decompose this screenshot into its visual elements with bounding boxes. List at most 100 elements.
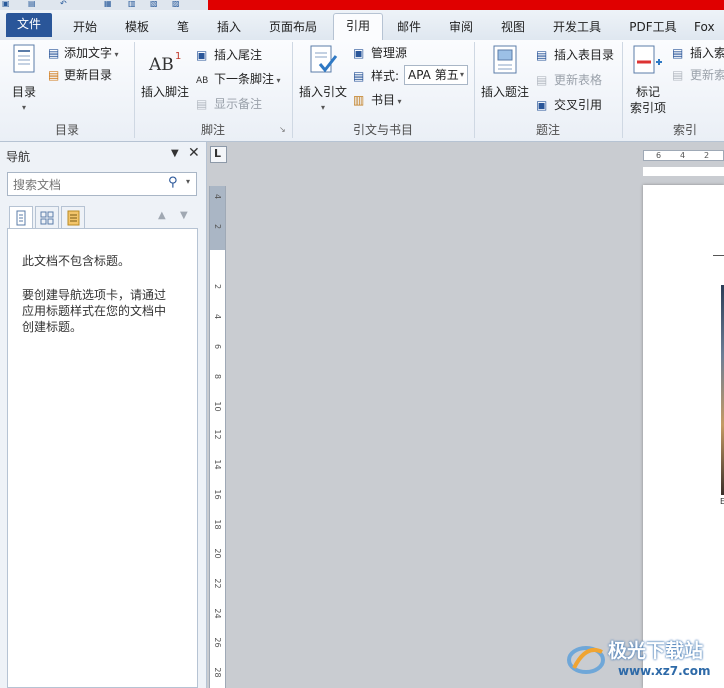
update-table-button[interactable]: ▤ 更新表格	[536, 71, 602, 89]
ruler-number: 26	[213, 637, 222, 648]
dialog-launcher-icon[interactable]: ↘	[279, 125, 286, 134]
tab-developer[interactable]: 开发工具	[542, 16, 612, 40]
insert-endnote-button[interactable]: ▣ 插入尾注	[196, 46, 262, 64]
undo-icon[interactable]: ↶	[60, 0, 67, 8]
show-notes-button[interactable]: ▤ 显示备注	[196, 95, 262, 113]
horizontal-ruler[interactable]: 6 4 2	[643, 150, 724, 161]
group-label-toc: 目录	[54, 123, 79, 137]
cross-reference-icon: ▣	[536, 98, 548, 112]
manage-sources-icon: ▣	[353, 46, 365, 60]
search-icon[interactable]: ⚲	[168, 175, 178, 190]
next-footnote-label: 下一条脚注	[214, 72, 275, 86]
search-input[interactable]	[11, 176, 165, 194]
update-toc-icon: ▤	[48, 68, 60, 82]
toc-icon	[13, 44, 35, 73]
print-icon[interactable]: ▥	[128, 0, 136, 8]
instruction-line-3: 创建标题。	[22, 320, 83, 334]
chevron-down-icon: ▾	[320, 103, 325, 112]
manage-sources-button[interactable]: ▣ 管理源	[353, 44, 407, 62]
show-notes-label: 显示备注	[214, 97, 263, 111]
svg-text:AB: AB	[148, 55, 174, 75]
next-heading-icon[interactable]: ▼	[180, 210, 188, 221]
add-text-button[interactable]: ▤ 添加文字 ▾	[48, 44, 119, 62]
bibliography-button[interactable]: ▥ 书目 ▾	[353, 91, 402, 109]
cross-reference-button[interactable]: ▣ 交叉引用	[536, 96, 602, 114]
mark-entry-label-2: 索引项	[629, 101, 666, 115]
ruler-number: 4	[680, 151, 686, 160]
tab-stop-icon: L	[214, 147, 222, 160]
app-icon: ▣	[2, 0, 10, 8]
chevron-down-icon: ▾	[21, 103, 26, 112]
ruler-number: 4	[213, 193, 222, 200]
pane-options-icon[interactable]: ▼	[171, 148, 179, 159]
chevron-down-icon: ▾	[459, 70, 464, 79]
citation-icon	[310, 45, 338, 73]
toc-button[interactable]: 目录 ▾	[6, 44, 42, 118]
table-icon[interactable]: ▦	[104, 0, 112, 8]
previous-page-edge	[643, 167, 724, 176]
close-icon[interactable]: ✕	[188, 145, 200, 161]
tab-pen[interactable]: 笔	[166, 16, 200, 40]
insert-citation-button[interactable]: 插入引文 ▾	[296, 44, 350, 118]
show-notes-icon: ▤	[196, 97, 208, 111]
vertical-ruler[interactable]: 4 2 2 4 6 8 10 12 14 16 18 20 22 24 26 2…	[209, 186, 226, 688]
style-select-value: APA 第五	[408, 68, 459, 82]
add-text-icon: ▤	[48, 46, 60, 60]
pages-grid-icon	[40, 211, 54, 225]
style-label-text: 样式:	[371, 69, 400, 83]
insert-table-of-figures-button[interactable]: ▤ 插入表目录	[536, 46, 614, 64]
tab-page-layout[interactable]: 页面布局	[258, 16, 328, 40]
ruler-number: 4	[213, 313, 222, 320]
tab-mailings[interactable]: 邮件	[386, 16, 432, 40]
instruction-line-2: 应用标题样式在您的文档中	[22, 304, 167, 318]
next-footnote-button[interactable]: AB 下一条脚注 ▾	[196, 70, 281, 88]
insert-footnote-button[interactable]: AB 1 插入脚注	[138, 44, 192, 118]
ribbon-tabs: 文件 开始 模板 笔 插入 页面布局 引用 邮件 审阅 视图 开发工具 PDF工…	[0, 10, 724, 42]
mark-entry-button[interactable]: 标记 索引项	[626, 44, 670, 118]
update-toc-button[interactable]: ▤ 更新目录	[48, 66, 112, 84]
ruler-number: 2	[213, 223, 222, 230]
ruler-number: 16	[213, 489, 222, 500]
tab-browse-pages[interactable]	[35, 206, 59, 230]
tab-templates[interactable]: 模板	[114, 16, 160, 40]
search-box: ⚲ ▾	[7, 172, 197, 196]
headings-icon	[16, 210, 26, 226]
insert-index-icon: ▤	[672, 46, 684, 60]
chevron-down-icon[interactable]: ▾	[186, 177, 190, 186]
style-select[interactable]: APA 第五 ▾	[404, 65, 468, 85]
insert-index-button[interactable]: ▤ 插入索	[672, 44, 724, 62]
layout-icon[interactable]: ▨	[172, 0, 180, 8]
ruler-number: 12	[213, 429, 222, 440]
tab-file[interactable]: 文件	[6, 13, 52, 37]
ruler-number: 8	[213, 373, 222, 380]
update-index-button[interactable]: ▤ 更新索	[672, 66, 724, 84]
group-label-index: 索引	[672, 123, 697, 137]
ruler-number: 20	[213, 548, 222, 559]
tab-review[interactable]: 审阅	[438, 16, 484, 40]
tab-browse-results[interactable]	[61, 206, 85, 230]
tab-pdf-tools[interactable]: PDF工具	[618, 16, 688, 40]
insert-table-of-figures-label: 插入表目录	[554, 48, 615, 62]
style-label: ▤ 样式:	[353, 67, 399, 85]
paste-icon[interactable]: ▧	[150, 0, 158, 8]
toc-button-label: 目录	[11, 85, 36, 99]
save-icon[interactable]: ▤	[28, 0, 36, 8]
mark-entry-label-1: 标记	[635, 85, 660, 99]
tab-home[interactable]: 开始	[62, 16, 108, 40]
tab-view[interactable]: 视图	[490, 16, 536, 40]
tab-fox[interactable]: Fox	[694, 16, 724, 40]
tab-references[interactable]: 引用	[333, 13, 383, 42]
bibliography-icon: ▥	[353, 93, 365, 107]
svg-text:1: 1	[175, 51, 181, 62]
style-icon: ▤	[353, 69, 365, 83]
mark-entry-icon	[633, 45, 662, 74]
document-page[interactable]: E	[643, 185, 724, 688]
image-caption-fragment: E	[720, 497, 724, 506]
ruler-number: 2	[704, 151, 710, 160]
previous-heading-icon[interactable]: ▲	[158, 210, 166, 221]
margin-corner-mark	[713, 255, 724, 256]
tab-stop-selector[interactable]: L	[210, 146, 227, 163]
insert-endnote-label: 插入尾注	[214, 48, 263, 62]
insert-caption-button[interactable]: 插入题注	[478, 44, 532, 118]
tab-insert[interactable]: 插入	[206, 16, 252, 40]
